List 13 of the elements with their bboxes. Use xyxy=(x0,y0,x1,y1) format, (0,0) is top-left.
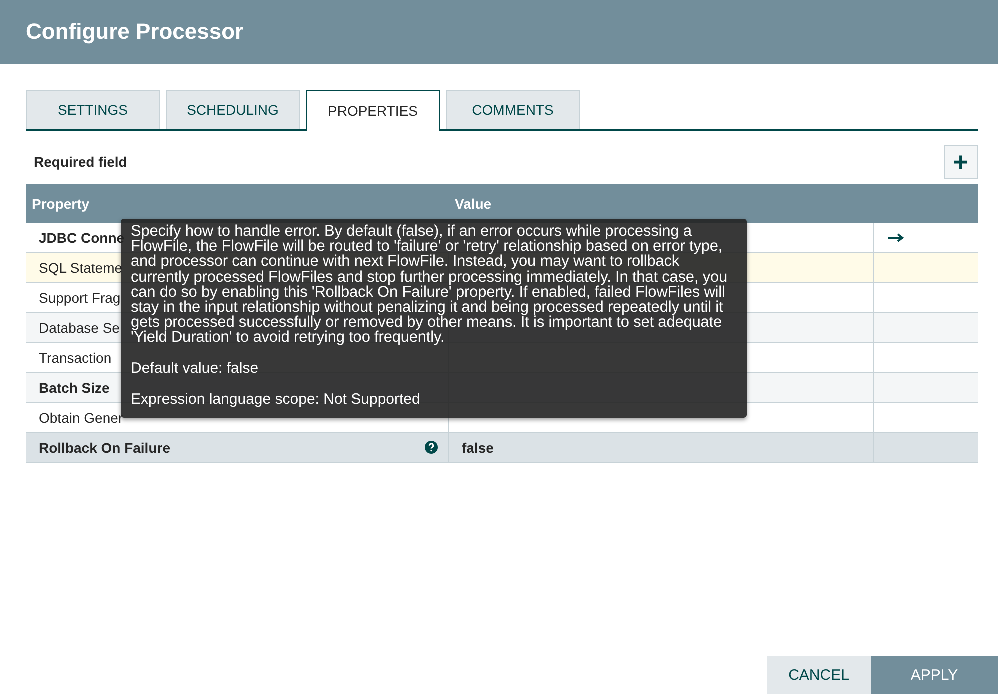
property-name: Support Frag xyxy=(39,290,121,306)
required-field-label: Required field xyxy=(33,154,128,170)
property-name: Transaction xyxy=(39,350,112,366)
property-value: false xyxy=(462,440,494,456)
dialog-title: Configure Processor xyxy=(26,19,244,45)
column-header: Value xyxy=(454,196,493,212)
tooltip-description: Specify how to handle error. By default (false), if an error occurs while processing a FlowFile, the FlowFile will be routed to 'failure' or 'retry' relationship based on error type, and processor can continue with next FlowFile. Instead, you may want to rollback currently processed FlowFiles and stop further processing immediately. In that case, you can do so by enabling this 'Rollback On Failure' property. If enabled, failed FlowFiles will stay in the input relationship without penalizing it and being processed repeatedly until it gets processed successfully or removed by other means. It is important to set adequate 'Yield Duration' to avoid retrying too frequently. xyxy=(131,224,729,346)
tooltip-default-value: Default value: false xyxy=(131,360,260,377)
property-name: Rollback On Failure xyxy=(39,440,170,456)
property-name: Obtain Gener xyxy=(39,410,124,426)
property-name: Database Se xyxy=(39,320,120,336)
column-header: Property xyxy=(31,196,91,212)
property-name: Batch Size xyxy=(39,380,110,396)
